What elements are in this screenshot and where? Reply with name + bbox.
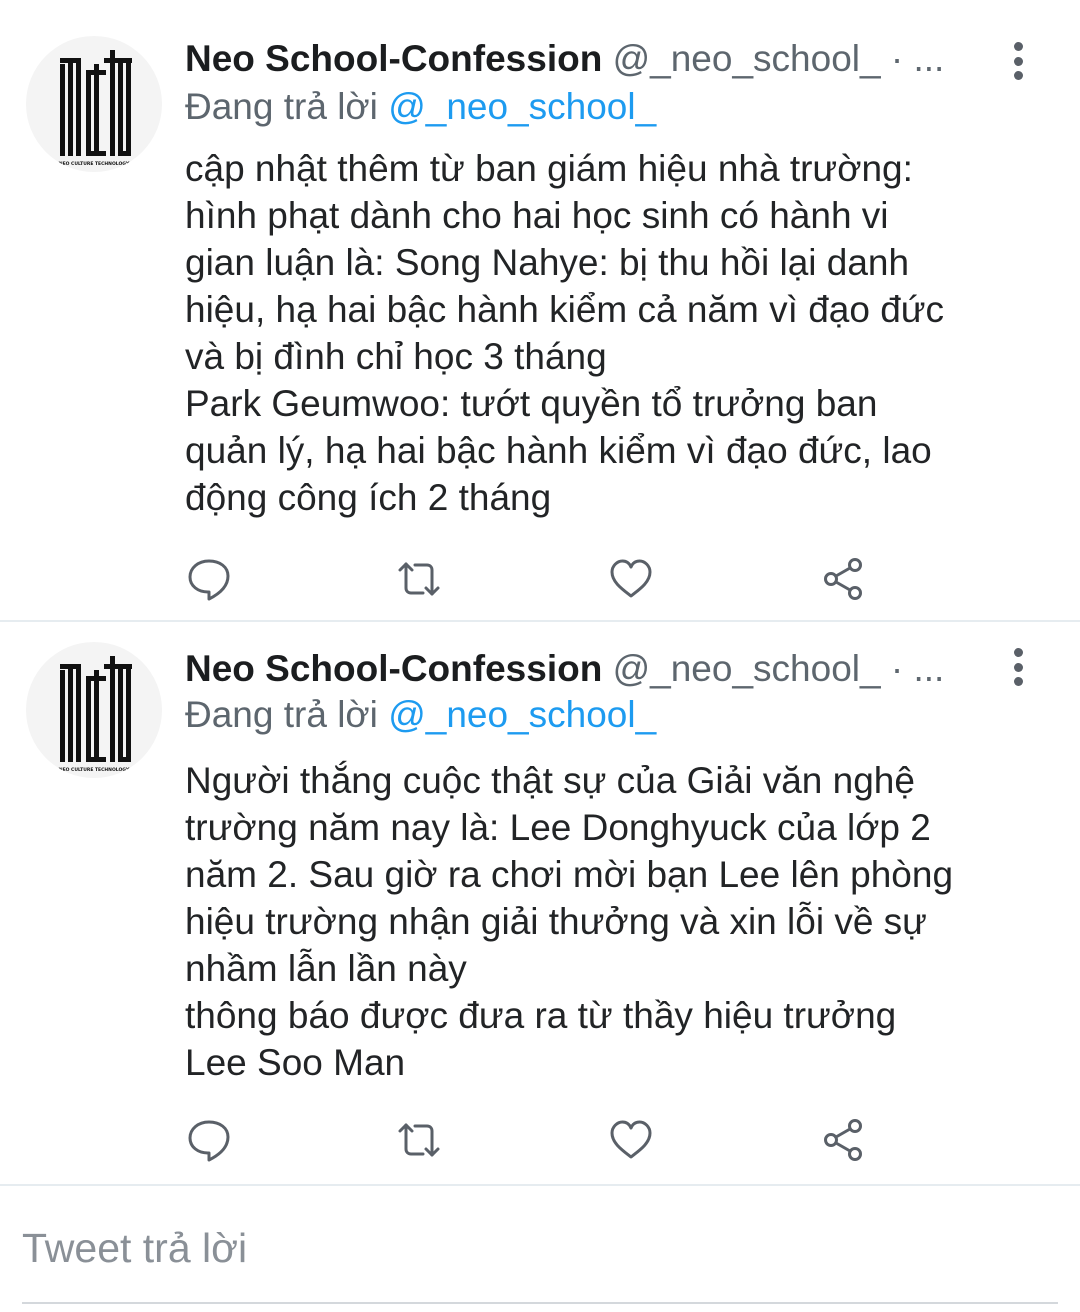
tweet-header: Neo School-Confession @_neo_school_ · ..…	[185, 36, 960, 82]
user-handle[interactable]: @_neo_school_ · ...	[613, 648, 945, 689]
reply-context: Đang trả lời @_neo_school_	[185, 84, 656, 130]
reply-context-prefix: Đang trả lời	[185, 86, 389, 127]
tweet-text-line: nhầm lẫn lần này	[185, 948, 467, 989]
tweet-body: cập nhật thêm từ ban giám hiệu nhà trườn…	[185, 145, 1045, 521]
tweet-text-line: quản lý, hạ hai bậc hành kiểm vì đạo đức…	[185, 430, 932, 471]
retweet-icon	[398, 1123, 440, 1157]
tweet-text-line: năm 2. Sau giờ ra chơi mời bạn Lee lên p…	[185, 854, 954, 895]
like-button[interactable]	[608, 1117, 654, 1163]
reply-target-link[interactable]: @_neo_school_	[388, 86, 656, 127]
tweet[interactable]: "NEO CULTURE TECHNOLOGY" Neo School-Conf…	[0, 622, 1080, 1186]
tweet-text-line: hiệu trường nhận giải thưởng và xin lỗi …	[185, 901, 927, 942]
tweet-text-line: Park Geumwoo: tướt quyền tổ trưởng ban	[185, 383, 878, 424]
reply-tweet-input[interactable]	[22, 1220, 1058, 1276]
heart-icon	[610, 1120, 652, 1159]
tweet-text-line: gian luận là: Song Nahye: bị thu hồi lại…	[185, 242, 910, 283]
share-button[interactable]	[820, 1117, 866, 1163]
tweet-text-line: động công ích 2 tháng	[185, 477, 552, 518]
retweet-icon	[398, 562, 440, 596]
tweet-text-line: và bị đình chỉ học 3 tháng	[185, 336, 607, 377]
tweet-text-line: trường năm nay là: Lee Donghyuck của lớp…	[185, 807, 931, 848]
display-name[interactable]: Neo School-Confession	[185, 38, 602, 79]
reply-composer	[0, 1188, 1080, 1312]
reply-context-prefix: Đang trả lời	[185, 694, 389, 735]
retweet-button[interactable]	[396, 556, 442, 602]
tweet-text-line: hiệu, hạ hai bậc hành kiểm cả năm vì đạo…	[185, 289, 945, 330]
avatar-caption: "NEO CULTURE TECHNOLOGY"	[56, 161, 131, 167]
tweet-body: Người thắng cuộc thật sự của Giải văn ng…	[185, 757, 1045, 1086]
retweet-button[interactable]	[396, 1117, 442, 1163]
reply-icon	[188, 1120, 230, 1162]
tweet-actions	[0, 1117, 1080, 1167]
avatar[interactable]: "NEO CULTURE TECHNOLOGY"	[26, 36, 162, 172]
input-underline	[22, 1302, 1058, 1304]
more-options-icon[interactable]	[1004, 36, 1032, 86]
reply-icon	[188, 559, 230, 601]
display-name[interactable]: Neo School-Confession	[185, 648, 602, 689]
more-options-icon[interactable]	[1004, 642, 1032, 692]
tweet-header: Neo School-Confession @_neo_school_ · ..…	[185, 646, 960, 692]
reply-button[interactable]	[186, 1117, 232, 1163]
avatar-caption: "NEO CULTURE TECHNOLOGY"	[56, 767, 131, 773]
user-handle[interactable]: @_neo_school_ · ...	[613, 38, 945, 79]
tweet-text-line: Lee Soo Man	[185, 1042, 406, 1083]
heart-icon	[610, 559, 652, 598]
share-icon	[824, 558, 862, 600]
reply-target-link[interactable]: @_neo_school_	[388, 694, 656, 735]
tweet-text-line: thông báo được đưa ra từ thầy hiệu trưởn…	[185, 995, 897, 1036]
avatar[interactable]: "NEO CULTURE TECHNOLOGY"	[26, 642, 162, 778]
like-button[interactable]	[608, 556, 654, 602]
share-button[interactable]	[820, 556, 866, 602]
share-icon	[824, 1119, 862, 1161]
nct-logo-icon: "NEO CULTURE TECHNOLOGY"	[56, 50, 132, 167]
tweet-text-line: cập nhật thêm từ ban giám hiệu nhà trườn…	[185, 148, 913, 189]
tweet-text-line: hình phạt dành cho hai học sinh có hành …	[185, 195, 889, 236]
tweet-actions	[0, 556, 1080, 606]
nct-logo-icon: "NEO CULTURE TECHNOLOGY"	[56, 656, 132, 773]
tweet[interactable]: "NEO CULTURE TECHNOLOGY" Neo School-Conf…	[0, 0, 1080, 622]
reply-context: Đang trả lời @_neo_school_	[185, 692, 656, 738]
reply-button[interactable]	[186, 556, 232, 602]
tweet-text-line: Người thắng cuộc thật sự của Giải văn ng…	[185, 760, 915, 801]
